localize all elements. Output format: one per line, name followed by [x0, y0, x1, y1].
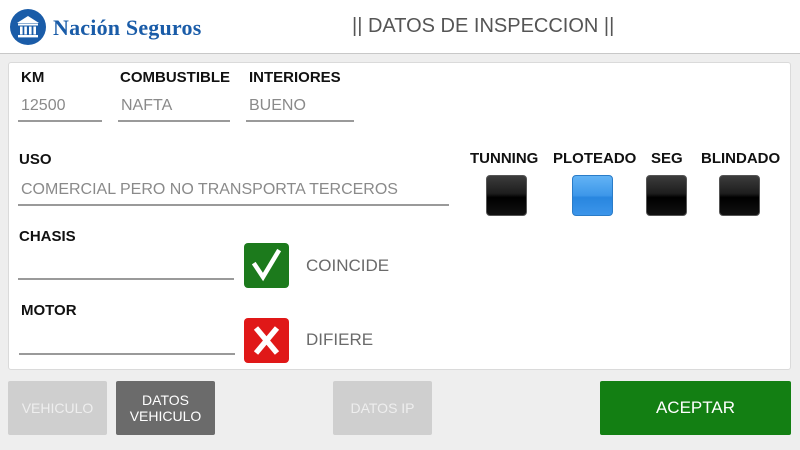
km-underline [18, 120, 102, 122]
interiores-field[interactable]: BUENO [249, 97, 306, 115]
vehiculo-button[interactable]: VEHICULO [8, 381, 107, 435]
vehiculo-button-label: VEHICULO [21, 400, 94, 416]
app-header: Nación Seguros || DATOS DE INSPECCION || [0, 0, 800, 54]
interiores-label: INTERIORES [249, 69, 341, 86]
km-label: KM [21, 69, 45, 86]
tunning-toggle[interactable] [486, 175, 527, 216]
datos-vehiculo-line1: DATOS [142, 392, 189, 408]
seg-label: SEG [651, 150, 683, 167]
aceptar-button-label: ACEPTAR [655, 398, 736, 417]
km-field[interactable]: 12500 [21, 97, 66, 115]
uso-label: USO [19, 151, 52, 168]
check-icon [244, 243, 289, 288]
brand-name: Nación Seguros [53, 15, 202, 40]
bank-building-icon [10, 9, 46, 45]
datos-vehiculo-line2: VEHICULO [129, 408, 202, 424]
motor-label: MOTOR [21, 302, 77, 319]
seg-toggle[interactable] [646, 175, 687, 216]
uso-field[interactable]: COMERCIAL PERO NO TRANSPORTA TERCEROS [21, 181, 398, 199]
chasis-label: CHASIS [19, 228, 76, 245]
ploteado-label: PLOTEADO [553, 150, 637, 167]
x-icon [244, 318, 289, 363]
motor-underline [19, 353, 235, 355]
datos-ip-button[interactable]: DATOS IP [333, 381, 432, 435]
blindado-toggle[interactable] [719, 175, 760, 216]
chasis-status: COINCIDE [306, 256, 390, 275]
motor-status: DIFIERE [306, 330, 374, 349]
page-title: || DATOS DE INSPECCION || [352, 15, 615, 37]
aceptar-button[interactable]: ACEPTAR [600, 381, 791, 435]
interiores-underline [246, 120, 354, 122]
datos-vehiculo-button[interactable]: DATOS VEHICULO [116, 381, 215, 435]
combustible-underline [118, 120, 230, 122]
combustible-label: COMBUSTIBLE [120, 69, 230, 86]
uso-underline [18, 204, 449, 206]
ploteado-toggle[interactable] [572, 175, 613, 216]
chasis-underline [18, 278, 234, 280]
blindado-label: BLINDADO [701, 150, 781, 167]
tunning-label: TUNNING [470, 150, 539, 167]
datos-ip-button-label: DATOS IP [350, 400, 415, 416]
combustible-field[interactable]: NAFTA [121, 97, 172, 115]
